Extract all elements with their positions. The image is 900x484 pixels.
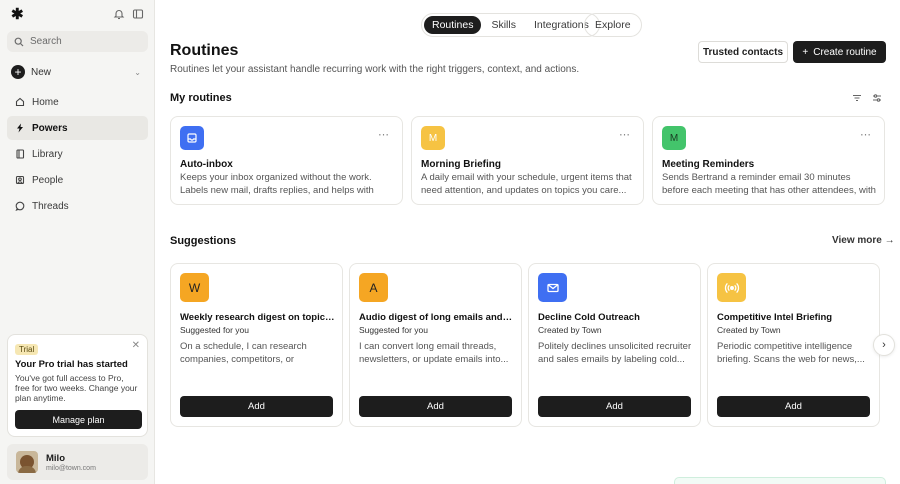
chat-bubble-icon [15, 201, 25, 211]
search-input[interactable]: Search [7, 31, 148, 52]
routine-title: Auto-inbox [180, 159, 233, 170]
chevron-down-icon[interactable]: ⌄ [134, 68, 141, 77]
page-subtitle: Routines let your assistant handle recur… [170, 64, 580, 75]
person-icon [15, 175, 25, 185]
page-title: Routines [170, 42, 239, 59]
suggestion-subtitle: Suggested for you [359, 325, 428, 335]
more-options-icon[interactable]: ⋯ [860, 128, 872, 141]
inbox-icon [187, 133, 197, 143]
chevron-right-icon[interactable]: › [873, 334, 895, 356]
sidebar: ✱ Search + New ⌄ Home Powers Library Peo… [0, 0, 155, 484]
suggestion-subtitle: Created by Town [717, 325, 781, 335]
sliders-icon[interactable] [872, 93, 882, 103]
create-routine-label: Create routine [813, 46, 877, 58]
suggestion-title: Weekly research digest on topics you... [180, 312, 335, 323]
suggestion-card[interactable]: W Weekly research digest on topics you..… [170, 263, 343, 427]
suggestion-description: Periodic competitive intelligence briefi… [717, 341, 865, 365]
bottom-panel-edge [674, 477, 886, 484]
add-button[interactable]: Add [359, 396, 512, 417]
routine-description: A daily email with your schedule, urgent… [421, 172, 632, 196]
suggestion-title: Decline Cold Outreach [538, 312, 640, 323]
suggestion-card[interactable]: Decline Cold Outreach Created by Town Po… [528, 263, 701, 427]
search-placeholder: Search [30, 36, 62, 47]
sidebar-item-powers[interactable]: Powers [7, 116, 148, 140]
add-button[interactable]: Add [180, 396, 333, 417]
broadcast-icon [724, 282, 739, 293]
routine-icon [180, 126, 204, 150]
add-button[interactable]: Add [538, 396, 691, 417]
sidebar-nav: Home Powers Library People Threads [7, 90, 148, 220]
suggestion-description: Politely declines unsolicited recruiter … [538, 341, 692, 365]
sidebar-toggle-icon[interactable] [132, 8, 144, 20]
user-profile[interactable]: Milo milo@town.com [7, 444, 148, 480]
sidebar-item-threads[interactable]: Threads [7, 194, 148, 218]
suggestion-icon: A [359, 273, 388, 302]
tab-routines[interactable]: Routines [424, 16, 482, 34]
new-button[interactable]: + New ⌄ [11, 64, 141, 80]
sidebar-item-people[interactable]: People [7, 168, 148, 192]
trial-badge: Trial [15, 344, 39, 355]
sidebar-item-label: People [32, 174, 64, 186]
add-button[interactable]: Add [717, 396, 870, 417]
suggestion-icon [717, 273, 746, 302]
user-email: milo@town.com [46, 464, 96, 472]
trial-text: You've got full access to Pro, free for … [15, 373, 138, 403]
sidebar-item-label: Home [32, 96, 59, 108]
routine-description: Sends Bertrand a reminder email 30 minut… [662, 172, 876, 196]
trusted-contacts-button[interactable]: Trusted contacts [698, 41, 788, 63]
routine-filters [852, 93, 882, 103]
routine-card-morning-briefing[interactable]: M ⋯ Morning Briefing A daily email with … [411, 116, 644, 205]
logo-icon[interactable]: ✱ [11, 7, 24, 22]
routine-title: Meeting Reminders [662, 159, 755, 170]
bell-icon[interactable] [113, 8, 125, 20]
bolt-icon [17, 123, 23, 133]
plus-icon: + [802, 46, 809, 58]
routine-icon: M [662, 126, 686, 150]
close-icon[interactable]: ✕ [132, 340, 140, 351]
suggestions-title: Suggestions [170, 235, 237, 247]
more-options-icon[interactable]: ⋯ [378, 128, 390, 141]
suggestion-title: Competitive Intel Briefing [717, 312, 833, 323]
envelope-icon [546, 283, 559, 292]
user-name: Milo [46, 452, 65, 464]
more-options-icon[interactable]: ⋯ [619, 128, 631, 141]
trial-card: Trial ✕ Your Pro trial has started You'v… [7, 334, 148, 437]
new-label: New [31, 66, 52, 78]
suggestion-card[interactable]: A Audio digest of long emails and new...… [349, 263, 522, 427]
sidebar-item-label: Library [32, 148, 63, 160]
suggestion-subtitle: Suggested for you [180, 325, 249, 335]
tab-skills[interactable]: Skills [483, 16, 524, 34]
suggestion-description: I can convert long email threads, newsle… [359, 341, 509, 365]
plus-icon: + [11, 65, 25, 79]
view-more-link[interactable]: View more → [832, 235, 895, 246]
routine-card-meeting-reminders[interactable]: M ⋯ Meeting Reminders Sends Bertrand a r… [652, 116, 885, 205]
top-tabs: Routines Skills Integrations [421, 13, 600, 37]
sidebar-item-library[interactable]: Library [7, 142, 148, 166]
sidebar-item-label: Threads [32, 200, 69, 212]
sidebar-item-home[interactable]: Home [7, 90, 148, 114]
routine-title: Morning Briefing [421, 159, 501, 170]
routine-description: Keeps your inbox organized without the w… [180, 172, 374, 196]
trial-title: Your Pro trial has started [15, 359, 128, 370]
suggestion-subtitle: Created by Town [538, 325, 602, 335]
routine-card-auto-inbox[interactable]: ⋯ Auto-inbox Keeps your inbox organized … [170, 116, 403, 205]
suggestion-icon: W [180, 273, 209, 302]
filter-icon[interactable] [852, 93, 862, 103]
search-icon [14, 37, 24, 46]
create-routine-button[interactable]: + Create routine [793, 41, 886, 63]
suggestion-card[interactable]: Competitive Intel Briefing Created by To… [707, 263, 880, 427]
book-icon [16, 149, 25, 159]
routine-icon: M [421, 126, 445, 150]
my-routines-title: My routines [170, 92, 232, 104]
manage-plan-button[interactable]: Manage plan [15, 410, 142, 429]
explore-button[interactable]: Explore [584, 13, 642, 37]
home-icon [15, 97, 25, 107]
suggestion-title: Audio digest of long emails and new... [359, 312, 514, 323]
suggestion-icon [538, 273, 567, 302]
avatar [16, 451, 38, 473]
suggestion-description: On a schedule, I can research companies,… [180, 341, 307, 365]
sidebar-item-label: Powers [32, 122, 68, 134]
